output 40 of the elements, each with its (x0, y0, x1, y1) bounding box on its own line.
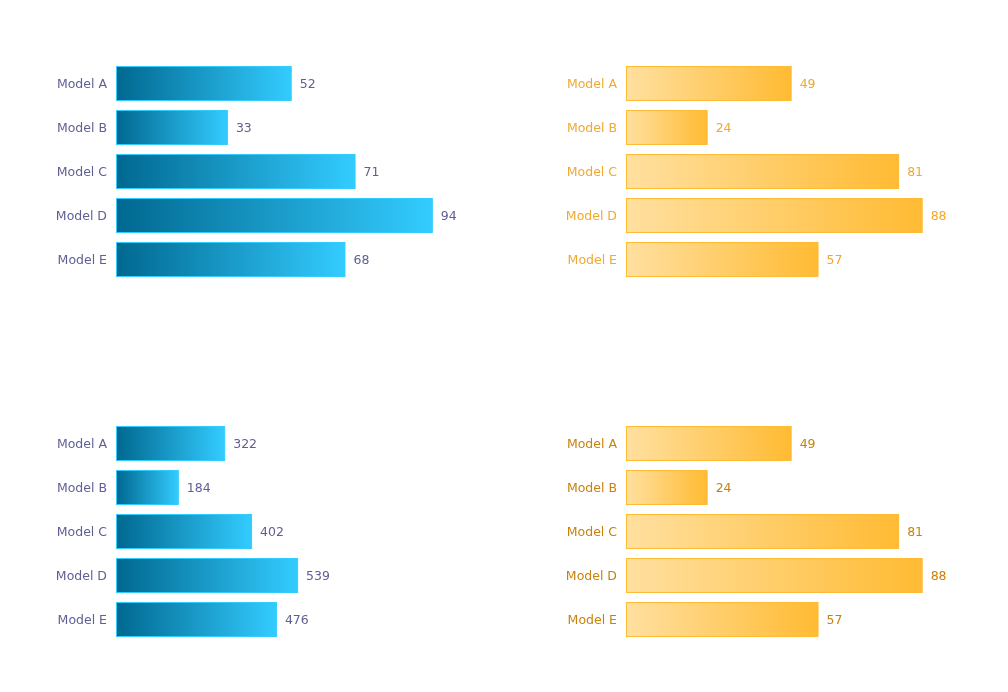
category-label: Model E (567, 251, 617, 267)
value-label: 476 (284, 611, 309, 627)
category-label: Model D (55, 207, 107, 223)
value-label: 88 (930, 207, 947, 223)
value-label: 81 (907, 163, 924, 179)
category-label: Model C (566, 523, 617, 539)
category-label: Model D (565, 207, 617, 223)
value-label: 68 (353, 251, 370, 267)
value-label: 539 (306, 567, 330, 583)
value-label: 88 (930, 567, 947, 583)
value-label: 49 (799, 75, 816, 91)
value-label: 71 (363, 163, 380, 179)
value-label: 52 (299, 75, 316, 91)
category-label: Model C (56, 523, 107, 539)
value-label: 322 (233, 435, 258, 451)
category-label: Model B (566, 479, 617, 495)
category-label: Model E (57, 251, 107, 267)
category-label: Model A (566, 435, 617, 451)
category-label: Model D (565, 567, 617, 583)
value-label: 24 (715, 479, 732, 495)
value-label: 49 (799, 435, 816, 451)
category-label: Model A (566, 75, 617, 91)
value-label: 184 (186, 479, 211, 495)
category-label: Model D (55, 567, 107, 583)
category-label: Model C (566, 163, 617, 179)
category-label: Model E (57, 611, 107, 627)
value-label: 33 (235, 119, 252, 135)
category-label: Model A (56, 75, 107, 91)
category-label: Model C (56, 163, 107, 179)
value-label: 94 (440, 207, 457, 223)
category-label: Model A (56, 435, 107, 451)
value-label: 402 (260, 523, 284, 539)
category-label: Model E (567, 611, 617, 627)
value-label: 57 (826, 611, 843, 627)
value-label: 57 (826, 251, 843, 267)
category-label: Model B (56, 479, 107, 495)
category-label: Model B (56, 119, 107, 135)
value-label: 24 (715, 119, 732, 135)
value-label: 81 (907, 523, 924, 539)
category-label: Model B (566, 119, 617, 135)
